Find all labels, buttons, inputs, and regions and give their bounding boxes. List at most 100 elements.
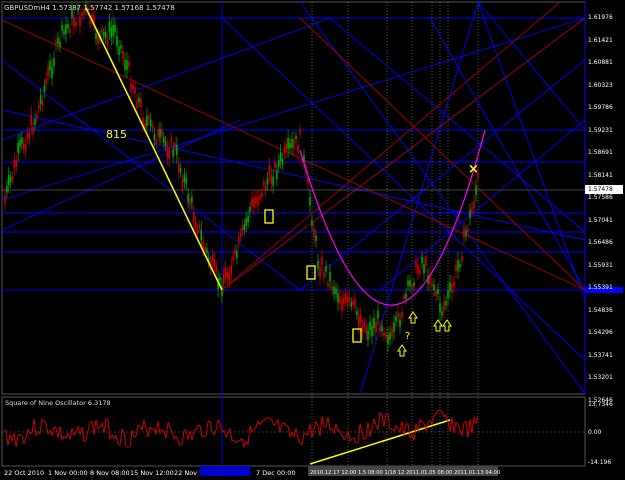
- osc-level-low: -14.196: [588, 459, 612, 466]
- candle-body: [268, 165, 271, 175]
- candle-body: [297, 144, 299, 153]
- date-label: 1 Nov 00:00: [48, 469, 88, 477]
- candle-body: [222, 274, 225, 286]
- candle-body: [61, 24, 63, 31]
- candle-body: [17, 142, 19, 154]
- candle-body: [224, 268, 227, 277]
- candle-body: [161, 129, 163, 137]
- yellow-trendline-down[interactable]: [85, 7, 223, 291]
- gann-grid: [2, 2, 586, 466]
- candle-body: [194, 222, 197, 229]
- candle-body: [375, 321, 377, 333]
- candle-body: [274, 162, 276, 168]
- chart-canvas[interactable]: [0, 0, 625, 480]
- ohlc-values: 1.57387 1.57742 1.57168 1.57478: [52, 4, 175, 12]
- osc-level-high: 13.7346: [588, 401, 613, 408]
- candle-body: [13, 159, 16, 169]
- candle-body: [138, 97, 140, 103]
- candle-body: [236, 250, 238, 258]
- current-price-label: 1.57478: [588, 186, 613, 193]
- candle-body: [39, 95, 42, 104]
- candle-body: [261, 192, 263, 197]
- candle-body: [6, 185, 8, 193]
- candle-body: [439, 303, 441, 313]
- candle-body: [311, 220, 313, 226]
- price-axis-label: 1.59786: [588, 104, 613, 111]
- oscillator-title: Square of Nine Oscillator 6.3178: [5, 399, 111, 407]
- candle-body: [7, 174, 10, 185]
- candle-body: [277, 160, 280, 167]
- date-label: 22 Nov: [174, 469, 198, 477]
- candle-body: [128, 60, 130, 67]
- candle-body: [187, 194, 189, 202]
- gann-diagonal-line: [1, 17, 331, 141]
- candle-body: [122, 50, 124, 60]
- yellow-box-3[interactable]: [352, 328, 362, 343]
- candle-body: [191, 196, 193, 203]
- gann-diagonal-line: [221, 17, 586, 361]
- candle-body: [343, 297, 345, 305]
- candle-body: [447, 289, 449, 299]
- count-label: 815: [106, 128, 127, 141]
- candle-body: [239, 232, 242, 237]
- yellow-box-1[interactable]: [264, 209, 274, 224]
- candle-body: [230, 265, 233, 274]
- candle-body: [467, 228, 469, 233]
- candle-body: [299, 129, 301, 134]
- candle-body: [441, 311, 443, 316]
- candle-body: [237, 237, 240, 244]
- candle-body: [124, 59, 126, 70]
- date-label: 22 Oct 2010: [4, 469, 45, 477]
- candle-body: [379, 326, 381, 332]
- candle-body: [425, 256, 427, 266]
- candle-body: [196, 229, 199, 235]
- candle-body: [166, 146, 169, 158]
- candle-body: [350, 302, 353, 307]
- candle-body: [126, 59, 128, 71]
- candle-body: [159, 128, 161, 138]
- price-axis-label: 1.53741: [588, 351, 613, 359]
- oscillator-pane-border: [1, 396, 586, 467]
- candle-body: [157, 129, 159, 136]
- candle-body: [272, 176, 274, 186]
- candle-body: [69, 27, 71, 34]
- candle-body: [259, 195, 261, 200]
- candle-body: [475, 186, 477, 195]
- candle-body: [177, 163, 180, 173]
- candle-body: [81, 12, 83, 16]
- candle-body: [393, 322, 395, 333]
- up-arrow-icon: [433, 319, 443, 332]
- yellow-box-2[interactable]: [306, 265, 316, 280]
- candle-body: [385, 333, 387, 338]
- candle-body: [151, 125, 154, 129]
- candle-body: [257, 197, 259, 206]
- red-diagonal-line: [221, 1, 561, 291]
- candle-body: [417, 265, 419, 274]
- symbol-header: GBPUSDmH4 1.57387 1.57742 1.57168 1.5747…: [4, 4, 175, 12]
- price-axis-label: 1.55391: [588, 284, 613, 291]
- candle-body: [363, 322, 366, 326]
- question-label: ?: [405, 331, 411, 342]
- candle-body: [295, 135, 297, 139]
- candle-body: [346, 297, 349, 302]
- price-axis-label: 1.55931: [588, 261, 613, 269]
- candle-body: [352, 300, 354, 305]
- candle-body: [102, 32, 105, 36]
- candle-body: [333, 286, 335, 295]
- x-marker: ×: [468, 162, 479, 177]
- candle-body: [89, 20, 91, 25]
- candle-body: [449, 282, 451, 292]
- candle-body: [463, 228, 465, 238]
- candle-body: [309, 196, 311, 206]
- candle-body: [361, 325, 364, 333]
- candle-body: [421, 257, 423, 264]
- candle-body: [344, 293, 347, 300]
- candle-body: [108, 21, 111, 33]
- gann-diagonal-line: [1, 109, 586, 241]
- candle-body: [367, 330, 369, 340]
- candle-body: [174, 143, 176, 149]
- candle-body: [409, 280, 411, 287]
- yellow-trendline-oscillator[interactable]: [309, 419, 451, 465]
- candle-body: [435, 290, 437, 296]
- gann-diagonal-line: [299, 59, 586, 291]
